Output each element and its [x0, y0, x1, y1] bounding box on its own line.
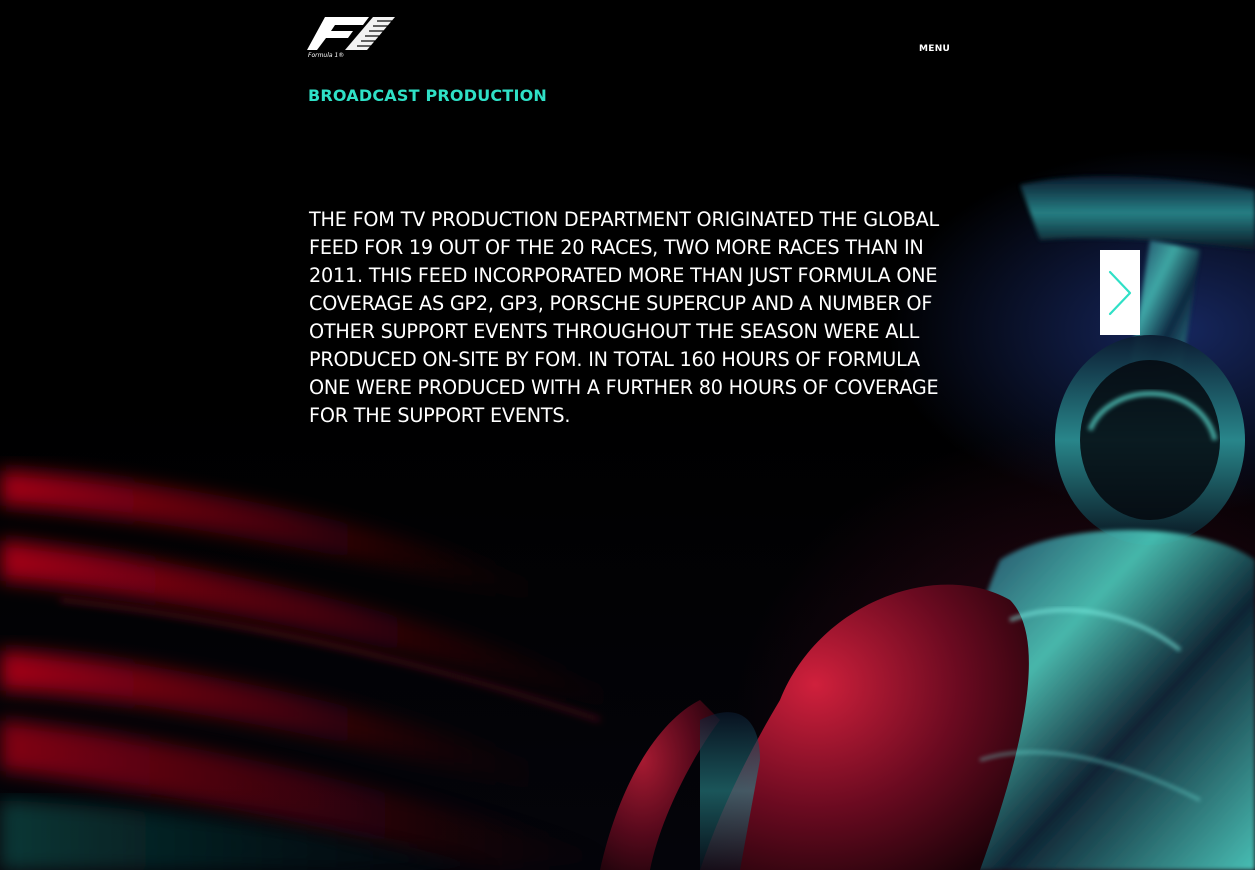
section-body-text: THE FOM TV PRODUCTION DEPARTMENT ORIGINA… [309, 208, 939, 427]
f1-logo[interactable]: Formula 1® [307, 15, 397, 59]
section-title: BROADCAST PRODUCTION [308, 86, 548, 105]
menu-button[interactable]: MENU [919, 44, 950, 54]
background-light-streaks [0, 470, 640, 870]
page: Formula 1® MENU BROADCAST PRODUCTION THE… [0, 0, 1255, 870]
logo-tagline: Formula 1® [308, 52, 344, 59]
f1-logo-icon: Formula 1® [307, 17, 395, 59]
next-slide-button[interactable] [1100, 250, 1140, 335]
race-car-illustration [600, 175, 1255, 870]
chevron-right-icon [1108, 270, 1132, 315]
